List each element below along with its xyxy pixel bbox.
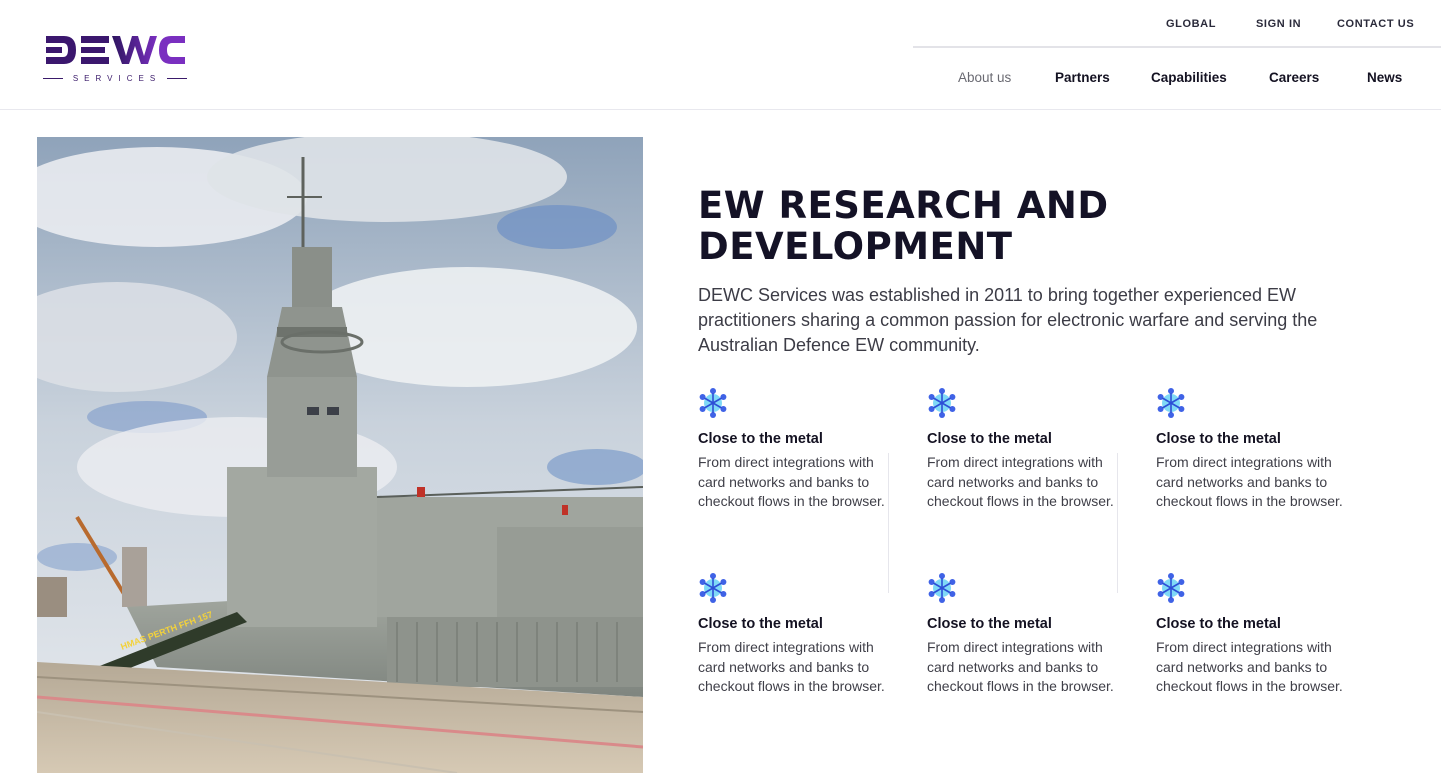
nav-news[interactable]: News [1367,70,1402,85]
feature-card: Close to the metal From direct integrati… [1156,388,1346,512]
snowflake-network-icon [699,388,727,418]
feature-title: Close to the metal [1156,431,1281,447]
dewc-logo-mark [46,36,185,64]
feature-title: Close to the metal [698,616,823,632]
snowflake-network-icon [928,388,956,418]
page-title: EW RESEARCH AND DEVELOPMENT [698,185,1398,267]
feature-body: From direct integrations with card netwo… [927,639,1114,694]
page-title-line-2: DEVELOPMENT [698,225,1013,268]
feature-body: From direct integrations with card netwo… [1156,639,1343,694]
feature-card: Close to the metal From direct integrati… [927,388,1117,512]
snowflake-network-icon [928,573,956,603]
nav-partners[interactable]: Partners [1055,70,1110,85]
feature-body: From direct integrations with card netwo… [698,639,885,694]
feature-card: Close to the metal From direct integrati… [698,573,888,697]
sign-in-link[interactable]: SIGN IN [1256,18,1301,30]
feature-title: Close to the metal [927,431,1052,447]
feature-title: Close to the metal [698,431,823,447]
feature-title: Close to the metal [927,616,1052,632]
snowflake-network-icon [1157,573,1185,603]
global-link[interactable]: GLOBAL [1166,18,1216,30]
feature-body: From direct integrations with card netwo… [698,454,885,509]
contact-us-link[interactable]: CONTACT US [1337,18,1414,30]
hero-content: EW RESEARCH AND DEVELOPMENT DEWC Service… [698,185,1398,358]
nav-careers[interactable]: Careers [1269,70,1319,85]
intro-paragraph: DEWC Services was established in 2011 to… [698,285,1318,355]
feature-card: Close to the metal From direct integrati… [698,388,888,512]
utility-nav: GLOBAL SIGN IN CONTACT US [913,0,1441,48]
feature-card: Close to the metal From direct integrati… [1156,573,1346,697]
column-divider [888,453,889,593]
warship-photo: HMAS PERTH FFH 157 [37,137,643,773]
feature-body: From direct integrations with card netwo… [927,454,1114,509]
site-header: SERVICES GLOBAL SIGN IN CONTACT US About… [0,0,1441,110]
feature-card: Close to the metal From direct integrati… [927,573,1117,697]
snowflake-network-icon [1157,388,1185,418]
logo-subtitle: SERVICES [42,72,188,84]
feature-grid: Close to the metal From direct integrati… [698,388,1398,718]
feature-body: From direct integrations with card netwo… [1156,454,1343,509]
dewc-logo[interactable]: SERVICES [42,32,188,84]
feature-title: Close to the metal [1156,616,1281,632]
logo-subtitle-text: SERVICES [72,73,162,83]
nav-about-us[interactable]: About us [958,70,1011,85]
main-nav: About us Partners Capabilities Careers N… [913,70,1441,92]
column-divider [1117,453,1118,593]
nav-capabilities[interactable]: Capabilities [1151,70,1227,85]
page-title-line-1: EW RESEARCH AND [698,184,1109,227]
snowflake-network-icon [699,573,727,603]
